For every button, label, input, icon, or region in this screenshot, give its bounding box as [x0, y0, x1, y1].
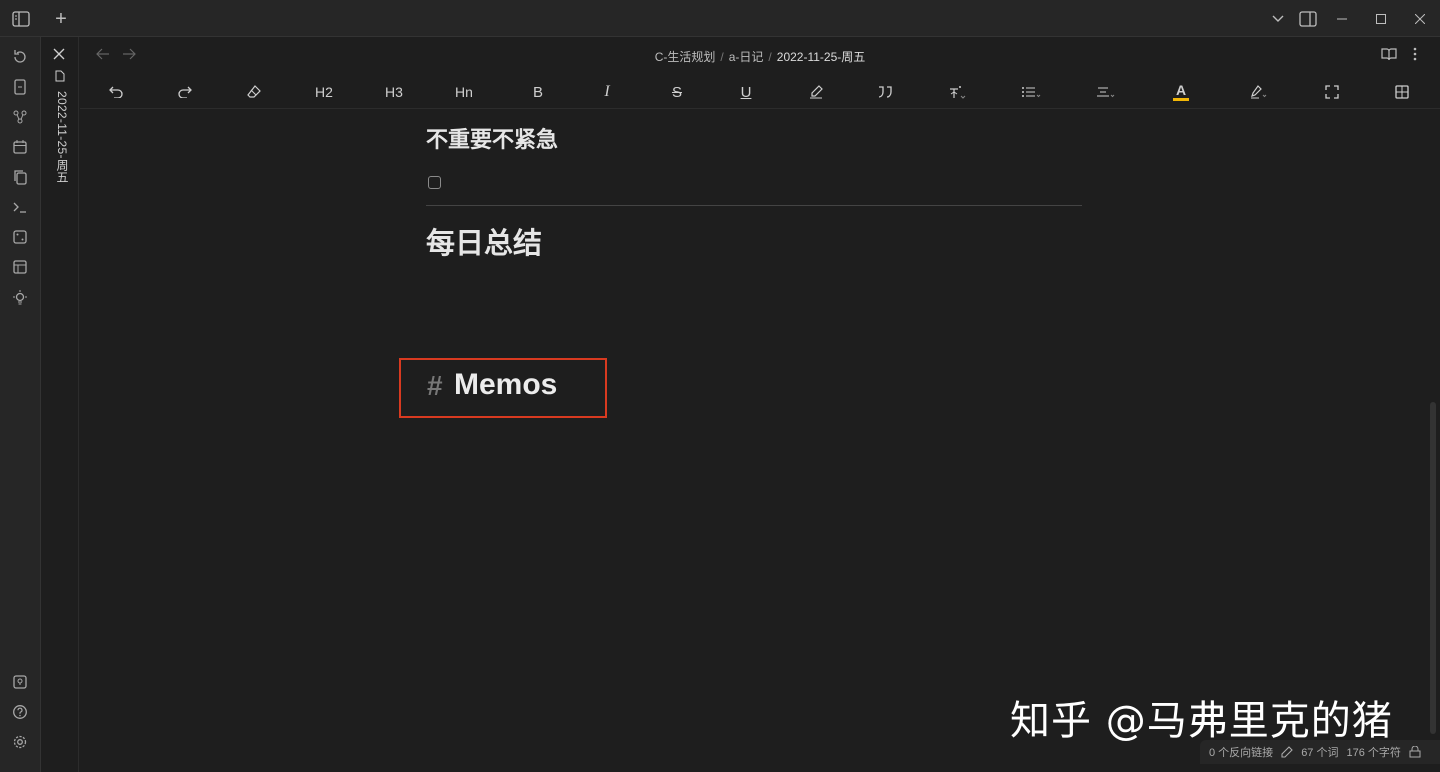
minimize-icon[interactable]: [1331, 8, 1353, 30]
text-color-label: A: [1175, 82, 1187, 98]
tab-title[interactable]: 2022-11-25-周五: [54, 91, 71, 183]
edit-pencil-icon: [1281, 746, 1293, 758]
new-tab-icon[interactable]: +: [50, 8, 72, 30]
view-header: C-生活规划 / a-日记/2022-11-25-周五: [80, 37, 1440, 73]
terminal-icon[interactable]: [10, 197, 30, 217]
bold-button[interactable]: B: [523, 81, 553, 103]
close-tab-icon[interactable]: [53, 48, 67, 62]
undo-icon[interactable]: [101, 81, 131, 103]
quote-icon[interactable]: [870, 81, 900, 103]
reading-view-icon[interactable]: [1381, 47, 1397, 61]
backlinks-count[interactable]: 0 个反向链接: [1209, 744, 1273, 760]
calendar-icon[interactable]: [10, 137, 30, 157]
copy-icon[interactable]: [10, 167, 30, 187]
left-ribbon: [0, 37, 41, 772]
sync-icon[interactable]: [10, 47, 30, 67]
format-brush-icon[interactable]: [942, 81, 972, 103]
close-icon[interactable]: [1409, 8, 1431, 30]
strikethrough-button[interactable]: S: [662, 81, 692, 103]
heading-daily-summary[interactable]: 每日总结: [426, 220, 542, 262]
breadcrumb-item[interactable]: C-生活规划: [655, 50, 716, 64]
redo-icon[interactable]: [170, 81, 200, 103]
editor-content[interactable]: 不重要不紧急 每日总结 # Memos: [80, 110, 1432, 740]
status-bar: 0 个反向链接 67 个词 176 个字符: [1200, 740, 1440, 764]
maximize-icon[interactable]: [1370, 8, 1392, 30]
breadcrumb: C-生活规划 / a-日记/2022-11-25-周五: [654, 50, 866, 64]
watermark: 知乎 @马弗里克的猪: [1010, 698, 1393, 744]
more-options-icon[interactable]: [1413, 47, 1417, 61]
highlight-icon[interactable]: [1244, 81, 1274, 103]
table-icon[interactable]: [1387, 81, 1417, 103]
horizontal-rule: [426, 205, 1082, 206]
highlighter-pen-icon[interactable]: [801, 81, 831, 103]
text-color-button[interactable]: A: [1166, 81, 1196, 103]
settings-icon[interactable]: [10, 732, 30, 752]
char-count: 176 个字符: [1346, 747, 1401, 759]
lightbulb-icon[interactable]: [10, 287, 30, 307]
graph-icon[interactable]: [10, 107, 30, 127]
editing-toolbar: H2 H3 Hn B I S U A: [80, 75, 1440, 109]
list-icon[interactable]: [1016, 81, 1046, 103]
memos-highlight-box: # Memos: [399, 358, 607, 418]
right-sidebar-icon[interactable]: [1297, 8, 1319, 30]
word-count: 67 个词: [1301, 747, 1339, 759]
heading-n-button[interactable]: Hn: [449, 81, 479, 103]
underline-button[interactable]: U: [731, 81, 761, 103]
eraser-icon[interactable]: [239, 81, 269, 103]
scrollbar[interactable]: [1430, 402, 1436, 734]
align-icon[interactable]: [1091, 81, 1121, 103]
chevron-down-icon[interactable]: [1267, 8, 1289, 30]
heading-hash-marker: #: [427, 370, 443, 401]
fullscreen-icon[interactable]: [1317, 81, 1347, 103]
breadcrumb-current[interactable]: 2022-11-25-周五: [777, 50, 866, 64]
title-bar: +: [0, 0, 1440, 37]
vault-icon[interactable]: [10, 672, 30, 692]
heading-memos[interactable]: Memos: [454, 368, 557, 402]
file-icon: [55, 70, 65, 82]
heading-not-important-not-urgent[interactable]: 不重要不紧急: [426, 122, 558, 154]
file-import-icon[interactable]: [10, 77, 30, 97]
heading3-button[interactable]: H3: [379, 81, 409, 103]
breadcrumb-item[interactable]: a-日记: [729, 50, 764, 64]
heading2-button[interactable]: H2: [309, 81, 339, 103]
text-color-swatch: [1173, 98, 1189, 101]
layout-icon[interactable]: [10, 257, 30, 277]
help-icon[interactable]: [10, 702, 30, 722]
sync-status-icon[interactable]: [1409, 746, 1421, 758]
dice-icon[interactable]: [10, 227, 30, 247]
sidebar-toggle-icon[interactable]: [10, 8, 32, 30]
task-checkbox[interactable]: [428, 176, 441, 189]
italic-button[interactable]: I: [592, 81, 622, 103]
